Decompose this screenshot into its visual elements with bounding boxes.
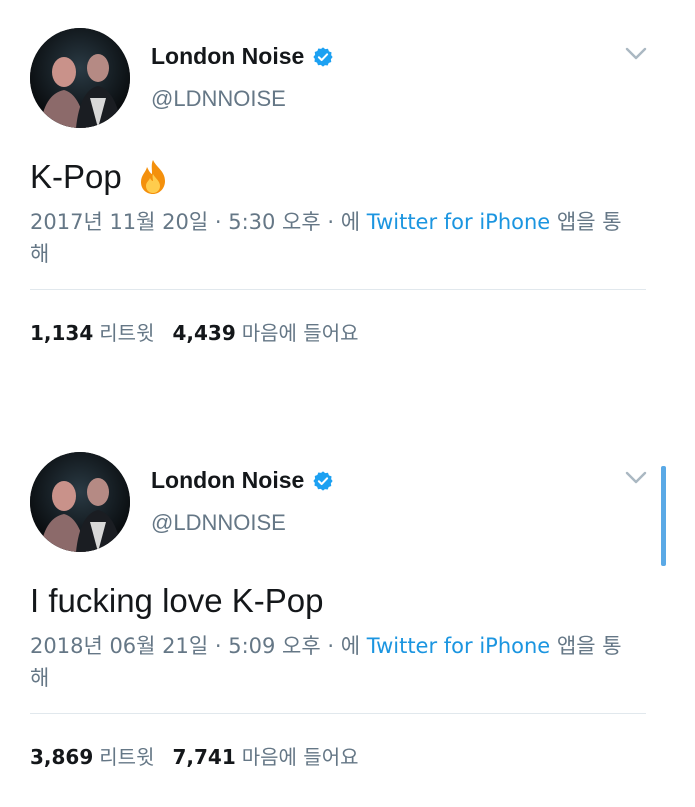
retweets-count: 1,134 bbox=[30, 321, 94, 345]
retweets-label: 리트윗 bbox=[99, 745, 155, 769]
fire-emoji-icon bbox=[134, 158, 172, 196]
likes-label: 마음에 들어요 bbox=[241, 321, 359, 345]
tweet-text-content: I fucking love K-Pop bbox=[30, 582, 324, 619]
tweet-text: I fucking love K-Pop bbox=[30, 582, 324, 620]
tweet-metadata: 2018년 06월 21일 · 5:09 오후 · 에 Twitter for … bbox=[30, 630, 640, 694]
likes-stat[interactable]: 4,439 마음에 들어요 bbox=[172, 317, 358, 346]
chevron-down-icon[interactable] bbox=[624, 470, 648, 486]
display-name[interactable]: London Noise bbox=[151, 467, 304, 494]
chevron-down-icon[interactable] bbox=[624, 46, 648, 62]
user-handle[interactable]: @LDNNOISE bbox=[151, 86, 286, 112]
tweet-metadata: 2017년 11월 20일 · 5:30 오후 · 에 Twitter for … bbox=[30, 206, 640, 270]
user-name-row[interactable]: London Noise bbox=[151, 467, 334, 494]
likes-count: 4,439 bbox=[172, 321, 236, 345]
divider bbox=[30, 289, 646, 290]
verified-badge-icon bbox=[312, 46, 334, 68]
tweet-text: K-Pop bbox=[30, 158, 172, 196]
divider bbox=[30, 713, 646, 714]
avatar[interactable] bbox=[30, 452, 130, 552]
likes-label: 마음에 들어요 bbox=[241, 745, 359, 769]
tweet-stats: 1,134 리트윗 4,439 마음에 들어요 bbox=[30, 317, 377, 346]
source-link[interactable]: Twitter for iPhone bbox=[367, 634, 551, 658]
user-name-row[interactable]: London Noise bbox=[151, 43, 334, 70]
retweets-stat[interactable]: 1,134 리트윗 bbox=[30, 317, 154, 346]
retweets-label: 리트윗 bbox=[99, 321, 155, 345]
user-handle[interactable]: @LDNNOISE bbox=[151, 510, 286, 536]
source-link[interactable]: Twitter for iPhone bbox=[367, 210, 551, 234]
display-name[interactable]: London Noise bbox=[151, 43, 304, 70]
tweet-timestamp[interactable]: 2018년 06월 21일 · 5:09 오후 · 에 bbox=[30, 634, 367, 658]
retweets-count: 3,869 bbox=[30, 745, 94, 769]
tweet-timestamp[interactable]: 2017년 11월 20일 · 5:30 오후 · 에 bbox=[30, 210, 367, 234]
tweet-text-content: K-Pop bbox=[30, 158, 122, 195]
tweet-stats: 3,869 리트윗 7,741 마음에 들어요 bbox=[30, 741, 377, 770]
verified-badge-icon bbox=[312, 470, 334, 492]
avatar[interactable] bbox=[30, 28, 130, 128]
scrollbar[interactable] bbox=[661, 466, 666, 566]
likes-count: 7,741 bbox=[172, 745, 236, 769]
retweets-stat[interactable]: 3,869 리트윗 bbox=[30, 741, 154, 770]
likes-stat[interactable]: 7,741 마음에 들어요 bbox=[172, 741, 358, 770]
